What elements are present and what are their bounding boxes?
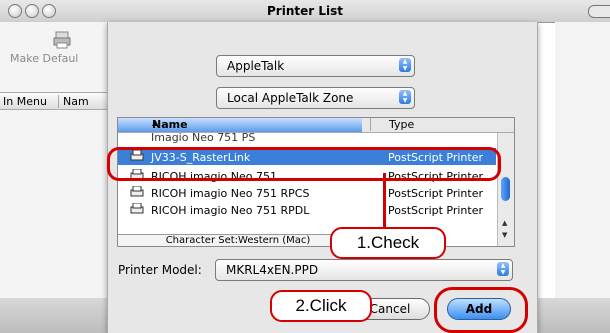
list-item-name: Imagio Neo 751 PS: [151, 133, 256, 144]
scroll-down-icon[interactable]: ▼: [502, 231, 507, 239]
printer-icon: [130, 186, 144, 197]
list-header: Name ▲ Type: [118, 118, 514, 133]
list-item-partial[interactable]: Imagio Neo 751 PS: [118, 133, 496, 145]
connection-type-popup[interactable]: AppleTalk ▲ ▼: [216, 55, 415, 77]
selected-row-highlight: [107, 147, 501, 181]
add-button-highlight: [434, 287, 528, 333]
popup-arrows-icon: ▲ ▼: [399, 58, 411, 72]
zone-popup[interactable]: Local AppleTalk Zone ▲ ▼: [216, 87, 415, 109]
title-bar: Printer List: [0, 0, 610, 23]
popup-arrows-icon: ▲ ▼: [497, 262, 509, 276]
scroll-up-icon[interactable]: ▲: [502, 219, 507, 227]
list-item-name: RICOH imagio Neo 751 RPCS: [151, 187, 310, 200]
window-right-area: [555, 22, 610, 333]
list-item[interactable]: RICOH imagio Neo 751 RPDL PostScript Pri…: [118, 201, 496, 218]
scrollbar-thumb[interactable]: [501, 177, 510, 201]
zone-value: Local AppleTalk Zone: [227, 91, 354, 105]
in-menu-column-header[interactable]: In Menu: [3, 95, 47, 108]
toolbar-toggle-icon[interactable]: [588, 5, 610, 18]
list-item-type: PostScript Printer: [388, 187, 484, 200]
printer-model-value: MKRL4xEN.PPD: [226, 263, 319, 277]
callout-leader-line: [383, 173, 396, 227]
click-callout: 2.Click: [270, 290, 372, 322]
charset-popup[interactable]: Character Set:Western (Mac) ▼: [118, 234, 358, 246]
printer-model-label: Printer Model:: [118, 263, 202, 277]
make-default-button[interactable]: Make Defaul: [10, 52, 78, 65]
window-title: Printer List: [267, 4, 343, 18]
printer-list[interactable]: Name ▲ Type Imagio Neo 751 PS JV33-S_Ras…: [117, 117, 515, 247]
printer-list-window-left: [0, 22, 118, 333]
popup-arrows-icon: ▲ ▼: [399, 90, 411, 104]
connection-type-value: AppleTalk: [227, 59, 285, 73]
list-scrollbar[interactable]: ▲ ▼: [497, 133, 514, 246]
name-column-header[interactable]: Nam: [58, 95, 89, 108]
list-item-name: RICOH imagio Neo 751 RPDL: [151, 204, 310, 217]
left-table-header: In Menu Nam: [0, 92, 118, 110]
sort-ascending-icon: ▲: [152, 118, 159, 127]
printer-model-popup[interactable]: MKRL4xEN.PPD ▲ ▼: [215, 259, 513, 281]
type-column-header[interactable]: Type: [370, 118, 414, 131]
printer-icon[interactable]: [52, 30, 72, 50]
check-callout: 1.Check: [330, 227, 446, 259]
list-item[interactable]: RICOH imagio Neo 751 RPCS PostScript Pri…: [118, 184, 496, 201]
charset-value: Character Set:Western (Mac): [165, 235, 311, 246]
name-column-header[interactable]: Name ▲: [118, 118, 362, 132]
list-item-type: PostScript Printer: [388, 204, 484, 217]
printer-icon: [130, 203, 144, 214]
